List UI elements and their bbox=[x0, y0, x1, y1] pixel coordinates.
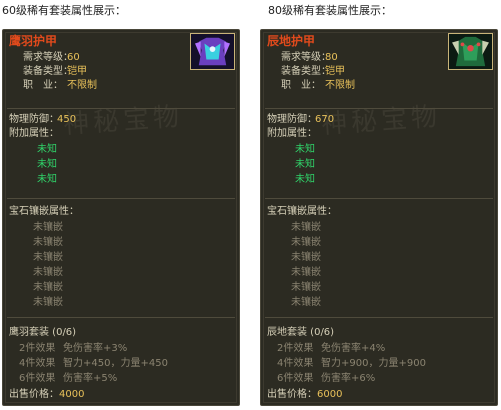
price-label: 出售价格： bbox=[267, 389, 317, 400]
gem-slot: 未镶嵌 bbox=[33, 252, 63, 263]
price-value: 6000 bbox=[317, 389, 343, 400]
equip-type-label: 装备类型： bbox=[281, 66, 331, 77]
gem-attr-label: 宝石镶嵌属性： bbox=[9, 206, 79, 217]
req-level-value: 60 bbox=[67, 52, 80, 63]
item-name: 鹰羽护甲 bbox=[9, 34, 58, 48]
unknown-attr: 未知 bbox=[295, 174, 315, 185]
set-effect-value: 智力+900，力量+900 bbox=[321, 358, 426, 369]
gem-slot: 未镶嵌 bbox=[33, 282, 63, 293]
unknown-attr: 未知 bbox=[37, 159, 57, 170]
unknown-attr: 未知 bbox=[37, 174, 57, 185]
watermark: 神秘宝物 bbox=[320, 101, 443, 141]
set-effect-value: 智力+450，力量+450 bbox=[63, 358, 168, 369]
set-effect-value: 伤害率+6% bbox=[321, 373, 376, 384]
phys-def-value: 450 bbox=[57, 114, 77, 125]
divider bbox=[7, 317, 235, 318]
green-armor-icon bbox=[448, 33, 493, 70]
set-title: 鹰羽套装 (0/6) bbox=[9, 327, 77, 338]
gem-slot: 未镶嵌 bbox=[33, 237, 63, 248]
set-effect-label: 6件效果 bbox=[19, 373, 56, 384]
gem-slot: 未镶嵌 bbox=[33, 297, 63, 308]
watermark: 神秘宝物 bbox=[62, 101, 185, 141]
job-label: 职 业： bbox=[23, 80, 63, 91]
unknown-attr: 未知 bbox=[295, 144, 315, 155]
gem-slot: 未镶嵌 bbox=[291, 222, 321, 233]
equip-type-value: 铠甲 bbox=[325, 66, 345, 77]
equip-type-label: 装备类型： bbox=[23, 66, 73, 77]
set-effect-value: 免伤害率+4% bbox=[321, 343, 386, 354]
item-tooltip-right: 神秘宝物 辰地护甲 需求等级： 80 装备类型： 铠甲 职 业： 不限制 物理防… bbox=[260, 29, 498, 406]
gem-slot: 未镶嵌 bbox=[291, 237, 321, 248]
divider bbox=[7, 108, 235, 109]
extra-attr-label: 附加属性： bbox=[9, 128, 59, 139]
price-label: 出售价格： bbox=[9, 389, 59, 400]
phys-def-label: 物理防御： bbox=[267, 114, 317, 125]
unknown-attr: 未知 bbox=[37, 144, 57, 155]
set-effect-label: 4件效果 bbox=[19, 358, 56, 369]
divider bbox=[265, 317, 493, 318]
gem-attr-label: 宝石镶嵌属性： bbox=[267, 206, 337, 217]
gem-slot: 未镶嵌 bbox=[291, 282, 321, 293]
set-effect-value: 免伤害率+3% bbox=[63, 343, 128, 354]
req-level-label: 需求等级： bbox=[23, 52, 73, 63]
set-title: 辰地套装 (0/6) bbox=[267, 327, 335, 338]
extra-attr-label: 附加属性： bbox=[267, 128, 317, 139]
item-name: 辰地护甲 bbox=[267, 34, 316, 48]
divider bbox=[7, 198, 235, 199]
gem-slot: 未镶嵌 bbox=[33, 222, 63, 233]
phys-def-label: 物理防御： bbox=[9, 114, 59, 125]
set-effect-label: 2件效果 bbox=[277, 343, 314, 354]
gem-slot: 未镶嵌 bbox=[291, 252, 321, 263]
item-tooltip-left: 神秘宝物 鹰羽护甲 需求等级： 60 装备类型： 铠甲 职 业： 不限制 物理防… bbox=[2, 29, 240, 406]
price-value: 4000 bbox=[59, 389, 85, 400]
set-effect-label: 6件效果 bbox=[277, 373, 314, 384]
set-effect-value: 伤害率+5% bbox=[63, 373, 118, 384]
req-level-value: 80 bbox=[325, 52, 338, 63]
gem-slot: 未镶嵌 bbox=[291, 297, 321, 308]
divider bbox=[265, 108, 493, 109]
set-effect-label: 4件效果 bbox=[277, 358, 314, 369]
job-value: 不限制 bbox=[325, 80, 355, 91]
phys-def-value: 670 bbox=[315, 114, 335, 125]
gem-slot: 未镶嵌 bbox=[33, 267, 63, 278]
set-effect-label: 2件效果 bbox=[19, 343, 56, 354]
right-caption: 80级稀有套装属性展示： bbox=[268, 4, 392, 17]
job-value: 不限制 bbox=[67, 80, 97, 91]
left-caption: 60级稀有套装属性展示： bbox=[2, 4, 126, 17]
divider bbox=[265, 198, 493, 199]
equip-type-value: 铠甲 bbox=[67, 66, 87, 77]
gem-slot: 未镶嵌 bbox=[291, 267, 321, 278]
job-label: 职 业： bbox=[281, 80, 321, 91]
purple-armor-icon bbox=[190, 33, 235, 70]
unknown-attr: 未知 bbox=[295, 159, 315, 170]
req-level-label: 需求等级： bbox=[281, 52, 331, 63]
